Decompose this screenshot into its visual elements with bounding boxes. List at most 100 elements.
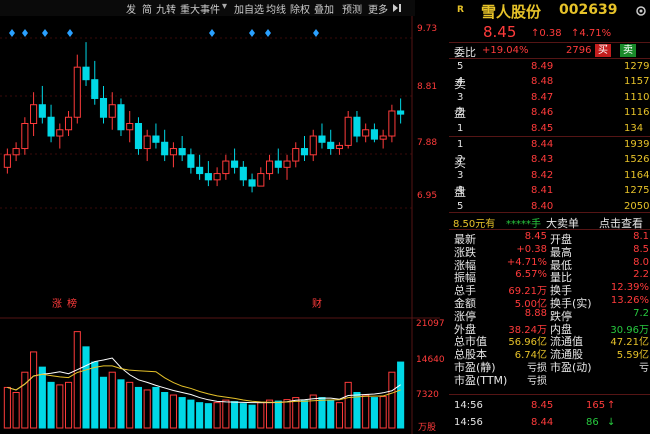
- volume-bar: [397, 361, 405, 429]
- toolbar-jian-button[interactable]: 简: [142, 1, 152, 16]
- toolbar-events-button[interactable]: 重大事件: [180, 1, 220, 16]
- bid-price: 8.42: [531, 169, 554, 181]
- stat-value: +4.71%: [506, 256, 547, 268]
- candle: [196, 154, 204, 180]
- volume-bar: [248, 404, 256, 429]
- volume-bar: [91, 361, 99, 429]
- level-number: 2: [457, 107, 464, 119]
- candle: [117, 98, 125, 137]
- sell-button[interactable]: 卖: [620, 44, 636, 57]
- volume-axis-label: 7320: [416, 390, 439, 400]
- volume-bar: [379, 396, 387, 429]
- event-diamond-icon: [67, 29, 73, 37]
- annotation-zhang[interactable]: 涨: [52, 295, 62, 310]
- stat-value: 13.26%: [610, 295, 649, 306]
- stat-value: 12.39%: [610, 282, 649, 294]
- volume-axis-label: 21097: [416, 319, 445, 329]
- candle: [73, 54, 81, 124]
- price-axis-label: 6.95: [417, 191, 438, 201]
- volume-bar: [300, 400, 309, 429]
- price-change-pct: ↑4.71%: [571, 28, 612, 39]
- candle: [12, 142, 20, 162]
- annotation-bang[interactable]: 榜: [67, 295, 77, 310]
- stat-value: 7.2: [633, 307, 649, 319]
- volume-bar: [99, 376, 108, 429]
- candle: [187, 148, 195, 174]
- level-number: 5: [457, 61, 464, 72]
- toolbar-jiuzhuan-button[interactable]: 九转: [156, 1, 176, 16]
- level-number: 4: [457, 76, 464, 88]
- candle: [379, 129, 387, 149]
- volume-unit-label: 万股: [418, 423, 437, 433]
- bid-volume: 2050: [624, 200, 650, 212]
- weicha-value: 2796: [566, 45, 592, 56]
- candle: [327, 129, 335, 155]
- candle: [152, 123, 160, 149]
- toolbar-ma-button[interactable]: 均线: [266, 1, 286, 16]
- bid-volume: 1164: [624, 169, 650, 181]
- candle: [134, 117, 143, 155]
- ask-price: 8.49: [531, 61, 554, 72]
- volume-bar: [134, 386, 143, 429]
- volume-bar: [126, 381, 134, 429]
- event-markers: [9, 29, 319, 37]
- bid-volume: 1939: [624, 139, 650, 150]
- toolbar-more-button[interactable]: 更多: [368, 1, 388, 16]
- toolbar-overlay-button[interactable]: 叠加: [314, 1, 334, 16]
- level-number: 1: [457, 139, 464, 150]
- candle: [292, 142, 300, 168]
- settings-icon[interactable]: [635, 5, 647, 17]
- volume-bar: [38, 366, 46, 429]
- pin-arrow-icon[interactable]: [392, 3, 402, 13]
- price-axis-label: 9.73: [417, 24, 438, 34]
- volume-bar: [239, 403, 247, 429]
- candle: [388, 104, 396, 143]
- bid-price: 8.40: [531, 200, 554, 212]
- candle: [108, 92, 116, 130]
- toolbar-exright-button[interactable]: 除权: [290, 1, 310, 16]
- price-axis-label: 7.88: [417, 138, 438, 148]
- level-number: 5: [457, 200, 464, 212]
- candle: [283, 154, 291, 180]
- volume-bar: [344, 381, 352, 429]
- chevron-down-icon[interactable]: ▾: [222, 1, 227, 12]
- volume-bar: [283, 399, 291, 429]
- ask-volume: 1116: [624, 107, 650, 119]
- candle: [126, 110, 134, 143]
- candle: [248, 173, 256, 193]
- toolbar-add-watch-button[interactable]: 加自选: [234, 1, 264, 16]
- candle: [353, 110, 361, 143]
- candle: [257, 167, 265, 187]
- ask-price: 8.46: [531, 107, 554, 119]
- event-diamond-icon: [249, 29, 255, 37]
- volume-bar: [335, 402, 344, 429]
- kline-chart[interactable]: [0, 16, 440, 434]
- chart-toolbar: 发 简 九转 重大事件 ▾ 加自选 均线 除权 叠加 预测 更多: [0, 0, 415, 16]
- tick-time: 14:56: [454, 417, 483, 428]
- candle: [335, 142, 344, 155]
- stat-value: 8.5: [633, 243, 649, 255]
- candle: [38, 85, 46, 124]
- annotation-cai[interactable]: 财: [312, 295, 322, 310]
- last-price: 8.45: [483, 23, 517, 41]
- stat-value: 2.2: [633, 269, 649, 281]
- level-number: 3: [457, 91, 464, 103]
- buy-button[interactable]: 买: [595, 44, 611, 57]
- level-number: 3: [457, 169, 464, 181]
- toolbar-fa-button[interactable]: 发: [126, 1, 136, 16]
- volume-bar: [370, 397, 378, 429]
- stat-value: +0.38: [516, 243, 547, 255]
- stat-value: 6.57%: [515, 269, 547, 281]
- candle: [213, 167, 221, 187]
- volume-bar: [143, 389, 151, 429]
- candle: [204, 161, 212, 187]
- bigorder-price: 8.50元有: [453, 219, 496, 230]
- toolbar-forecast-button[interactable]: 预测: [342, 1, 362, 16]
- volume-bar: [12, 391, 20, 429]
- ask-volume: 1157: [624, 76, 650, 88]
- volume-bar: [265, 399, 274, 429]
- volume-bar: [82, 346, 90, 429]
- stat-value: 8.88: [524, 307, 547, 319]
- volume-bar: [257, 402, 265, 429]
- volume-bar: [47, 381, 55, 429]
